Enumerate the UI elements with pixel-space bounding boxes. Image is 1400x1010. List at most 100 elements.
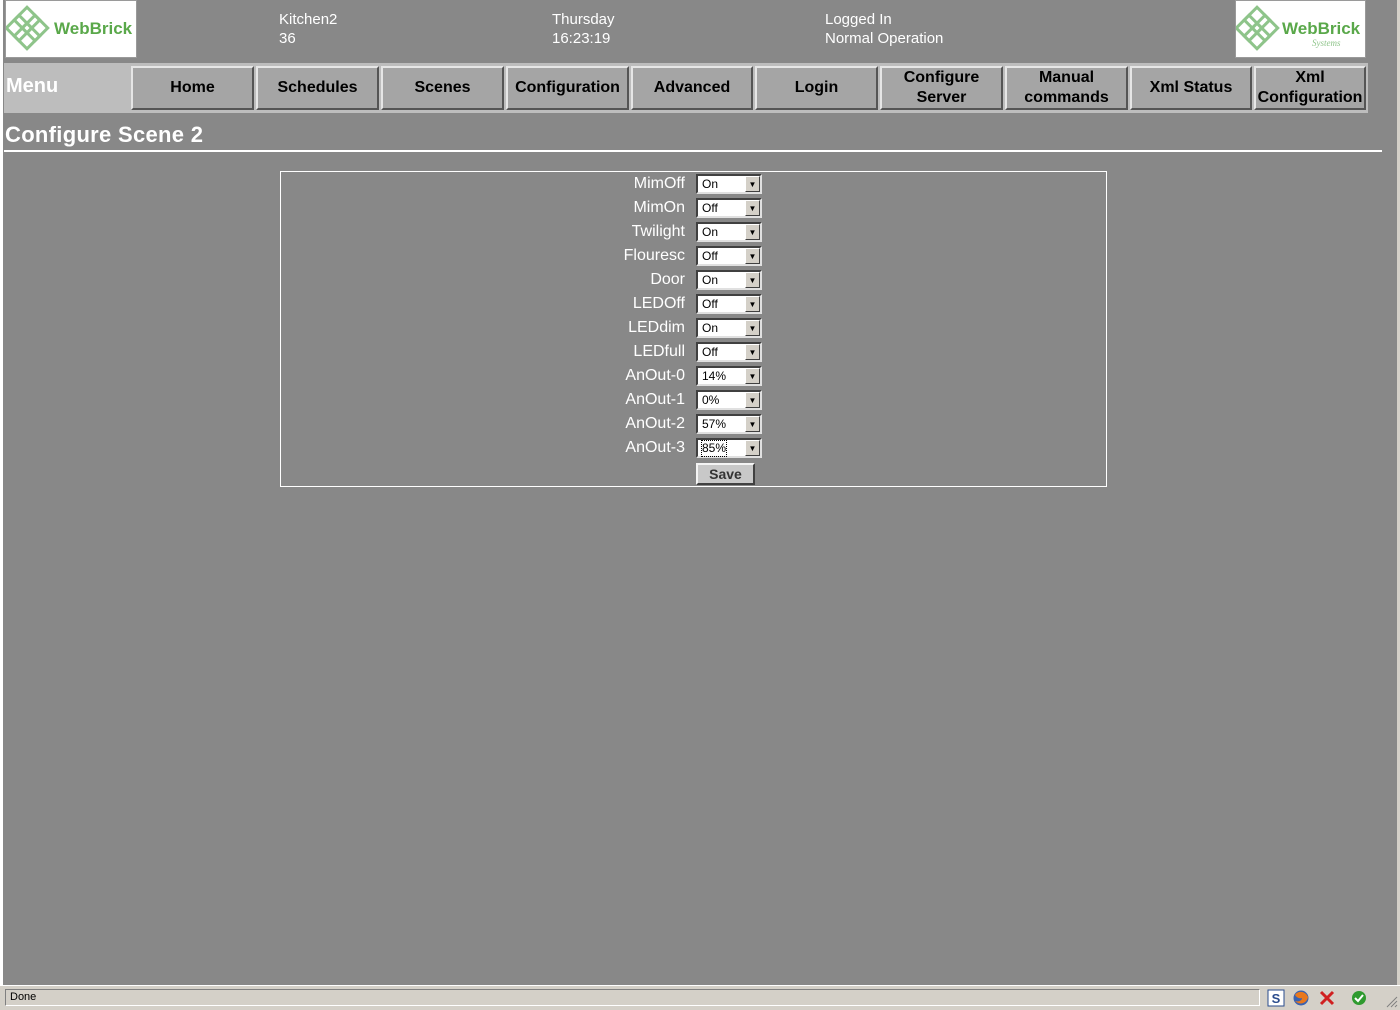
nav-configure-server-button[interactable]: Configure Server bbox=[880, 66, 1003, 110]
door-select[interactable]: On ▼ bbox=[696, 270, 762, 290]
nav-xml-status-button[interactable]: Xml Status bbox=[1130, 66, 1252, 110]
window-frame-left bbox=[0, 0, 3, 985]
nav-scenes-button[interactable]: Scenes bbox=[381, 66, 504, 110]
dropdown-arrow-icon[interactable]: ▼ bbox=[745, 176, 760, 192]
select-value: On bbox=[702, 177, 719, 191]
nav-xml-status-label: Xml Status bbox=[1149, 79, 1233, 96]
clock-info: Thursday 16:23:19 bbox=[552, 10, 615, 48]
nav-home-label: Home bbox=[170, 79, 215, 96]
day-label: Thursday bbox=[552, 11, 615, 28]
dropdown-arrow-icon[interactable]: ▼ bbox=[745, 296, 760, 312]
device-number: 36 bbox=[279, 30, 296, 47]
firefox-icon[interactable] bbox=[1292, 989, 1310, 1007]
webbrick-logo-mark-icon bbox=[6, 5, 50, 51]
time-label: 16:23:19 bbox=[552, 30, 611, 47]
dropdown-arrow-icon[interactable]: ▼ bbox=[745, 200, 760, 216]
scene-row-mimoff: MimOff On ▼ bbox=[281, 172, 1108, 196]
scene-row-mimon: MimOn Off ▼ bbox=[281, 196, 1108, 220]
device-info: Kitchen2 36 bbox=[279, 10, 337, 48]
dropdown-arrow-icon[interactable]: ▼ bbox=[745, 344, 760, 360]
nav-login-button[interactable]: Login bbox=[755, 66, 878, 110]
nav-xml-configuration-label-line1: Xml bbox=[1295, 69, 1325, 86]
nav-schedules-label: Schedules bbox=[277, 79, 358, 96]
scene-row-anout-1: AnOut-1 0% ▼ bbox=[281, 388, 1108, 412]
webbrick-systems-logo-text: WebBrick bbox=[1282, 19, 1361, 38]
svg-text:S: S bbox=[1272, 991, 1281, 1006]
s-icon[interactable]: S bbox=[1267, 989, 1285, 1007]
dropdown-arrow-icon[interactable]: ▼ bbox=[745, 224, 760, 240]
anout-0-select[interactable]: 14% ▼ bbox=[696, 366, 762, 386]
save-button[interactable]: Save bbox=[696, 463, 755, 485]
row-label: Flouresc bbox=[623, 247, 685, 264]
anout-3-select[interactable]: 85% ▼ bbox=[696, 438, 762, 458]
scene-row-flouresc: Flouresc Off ▼ bbox=[281, 244, 1108, 268]
row-label: LEDfull bbox=[633, 343, 685, 360]
anout-2-select[interactable]: 57% ▼ bbox=[696, 414, 762, 434]
select-value: 57% bbox=[702, 417, 727, 431]
nav-schedules-button[interactable]: Schedules bbox=[256, 66, 379, 110]
select-value: Off bbox=[702, 201, 718, 215]
dropdown-arrow-icon[interactable]: ▼ bbox=[745, 392, 760, 408]
row-label: AnOut-1 bbox=[625, 391, 685, 408]
scene-row-anout-3: AnOut-3 85% ▼ bbox=[281, 436, 1108, 460]
webbrick-systems-logo-mark-icon bbox=[1236, 5, 1280, 51]
mimon-select[interactable]: Off ▼ bbox=[696, 198, 762, 218]
scene-row-anout-0: AnOut-0 14% ▼ bbox=[281, 364, 1108, 388]
device-name: Kitchen2 bbox=[279, 11, 338, 28]
nav-advanced-button[interactable]: Advanced bbox=[631, 66, 753, 110]
stop-icon[interactable] bbox=[1318, 989, 1336, 1007]
row-label: MimOn bbox=[633, 199, 685, 216]
nav-xml-configuration-label-line2: Configuration bbox=[1257, 89, 1363, 106]
webbrick-logo-left[interactable]: WebBrick bbox=[5, 0, 137, 58]
select-value: On bbox=[702, 273, 719, 287]
row-label: AnOut-3 bbox=[625, 439, 685, 456]
row-label: AnOut-0 bbox=[625, 367, 685, 384]
select-value: 0% bbox=[702, 393, 720, 407]
dropdown-arrow-icon[interactable]: ▼ bbox=[745, 440, 760, 456]
leddim-select[interactable]: On ▼ bbox=[696, 318, 762, 338]
mimoff-select[interactable]: On ▼ bbox=[696, 174, 762, 194]
scene-row-leddim: LEDdim On ▼ bbox=[281, 316, 1108, 340]
check-icon[interactable] bbox=[1350, 989, 1368, 1007]
dropdown-arrow-icon[interactable]: ▼ bbox=[745, 416, 760, 432]
row-label: Twilight bbox=[631, 223, 685, 240]
select-value: 85% bbox=[700, 440, 728, 457]
nav-configure-server-label-line1: Configure bbox=[903, 69, 980, 86]
nav-scenes-label: Scenes bbox=[414, 79, 471, 96]
scene-row-twilight: Twilight On ▼ bbox=[281, 220, 1108, 244]
row-label: MimOff bbox=[633, 175, 685, 192]
webbrick-logo-text: WebBrick bbox=[54, 19, 133, 38]
dropdown-arrow-icon[interactable]: ▼ bbox=[745, 248, 760, 264]
anout-1-select[interactable]: 0% ▼ bbox=[696, 390, 762, 410]
row-label: LEDdim bbox=[628, 319, 685, 336]
webbrick-systems-logo-right[interactable]: WebBrick Systems bbox=[1235, 0, 1366, 58]
main-nav: Menu Home Schedules Scenes Configuration… bbox=[4, 63, 1368, 113]
select-value: Off bbox=[702, 249, 718, 263]
menu-label: Menu bbox=[6, 75, 59, 97]
twilight-select[interactable]: On ▼ bbox=[696, 222, 762, 242]
resize-grip-icon[interactable] bbox=[1386, 996, 1398, 1008]
nav-xml-configuration-button[interactable]: Xml Configuration bbox=[1254, 66, 1366, 110]
dropdown-arrow-icon[interactable]: ▼ bbox=[745, 368, 760, 384]
nav-advanced-label: Advanced bbox=[653, 79, 731, 96]
nav-login-label: Login bbox=[794, 79, 839, 96]
browser-status-bar: Done S bbox=[0, 985, 1400, 1010]
webbrick-systems-logo-subtext: Systems bbox=[1312, 38, 1341, 48]
ledoff-select[interactable]: Off ▼ bbox=[696, 294, 762, 314]
session-info: Logged In Normal Operation bbox=[825, 10, 943, 48]
nav-configuration-button[interactable]: Configuration bbox=[506, 66, 629, 110]
nav-manual-commands-label-line2: commands bbox=[1024, 89, 1109, 106]
dropdown-arrow-icon[interactable]: ▼ bbox=[745, 272, 760, 288]
nav-manual-commands-label-line1: Manual bbox=[1038, 69, 1095, 86]
row-label: LEDOff bbox=[632, 295, 685, 312]
login-status: Logged In bbox=[825, 11, 892, 28]
flouresc-select[interactable]: Off ▼ bbox=[696, 246, 762, 266]
scene-form: MimOff On ▼ MimOn Off ▼ Twilight On ▼ Fl… bbox=[280, 171, 1107, 487]
row-label: Door bbox=[650, 271, 685, 288]
row-label: AnOut-2 bbox=[625, 415, 685, 432]
dropdown-arrow-icon[interactable]: ▼ bbox=[745, 320, 760, 336]
nav-home-button[interactable]: Home bbox=[131, 66, 254, 110]
ledfull-select[interactable]: Off ▼ bbox=[696, 342, 762, 362]
nav-manual-commands-button[interactable]: Manual commands bbox=[1005, 66, 1128, 110]
scene-row-anout-2: AnOut-2 57% ▼ bbox=[281, 412, 1108, 436]
